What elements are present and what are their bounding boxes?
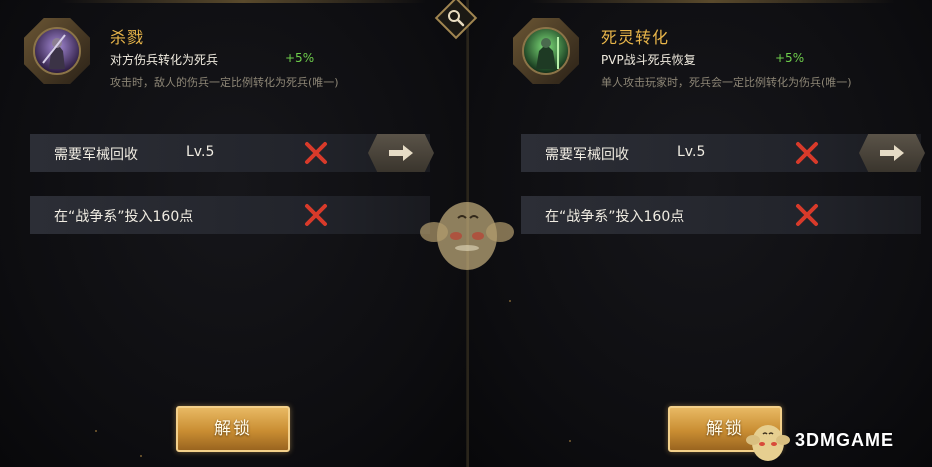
panel-top-decoration [60, 0, 426, 3]
goto-button[interactable] [859, 134, 925, 172]
skill-icon-undead [522, 27, 570, 75]
watermark-mascot-icon [746, 425, 790, 461]
requirement-level: Lv.5 [677, 144, 706, 160]
requirement-label: 在“战争系”投入160点 [545, 209, 685, 225]
ember-particle [569, 440, 571, 442]
red-x-icon [795, 141, 819, 165]
red-x-icon [795, 203, 819, 227]
skill-name: 死灵转化 [601, 28, 670, 47]
goto-button[interactable] [368, 134, 434, 172]
skill-icon-warrior [33, 27, 81, 75]
skill-panel-right: 死灵转化 PVP战斗死兵恢复 +5% 单人攻击玩家时，死兵会一定比例转化为伤兵(… [467, 0, 932, 467]
watermark-text: 3DMGAME [795, 430, 895, 450]
skill-description: 单人攻击玩家时，死兵会一定比例转化为伤兵(唯一) [601, 76, 852, 89]
requirement-label: 在“战争系”投入160点 [54, 209, 194, 225]
ember-particle [140, 455, 142, 457]
search-icon [448, 10, 465, 27]
ember-particle [95, 430, 97, 432]
ember-particle [509, 300, 511, 302]
skill-bonus: +5% [285, 51, 315, 65]
unlock-button[interactable]: 解锁 [176, 406, 290, 452]
arrow-right-icon [880, 145, 904, 161]
panel-top-decoration [529, 0, 895, 3]
skill-bonus: +5% [775, 51, 805, 65]
skill-panel-left: 杀戮 对方伤兵转化为死兵 +5% 攻击时，敌人的伤兵一定比例转化为死兵(唯一) … [0, 0, 468, 467]
skill-description: 攻击时，敌人的伤兵一定比例转化为死兵(唯一) [110, 76, 339, 89]
requirement-row: 在“战争系”投入160点 [30, 196, 430, 234]
skill-effect: PVP战斗死兵恢复 [601, 53, 696, 67]
requirement-level: Lv.5 [186, 144, 215, 160]
requirement-label: 需要军械回收 [545, 147, 629, 163]
skill-name: 杀戮 [110, 28, 145, 47]
arrow-right-icon [389, 145, 413, 161]
skill-effect: 对方伤兵转化为死兵 [110, 53, 219, 67]
red-x-icon [304, 203, 328, 227]
requirement-row: 在“战争系”投入160点 [521, 196, 921, 234]
requirement-row: 需要军械回收 Lv.5 [30, 134, 434, 172]
unlock-label: 解锁 [214, 419, 252, 439]
requirement-row: 需要军械回收 Lv.5 [521, 134, 925, 172]
mascot-watermark-icon [420, 202, 514, 270]
requirement-label: 需要军械回收 [54, 147, 138, 163]
red-x-icon [304, 141, 328, 165]
skill-portrait-left [24, 18, 90, 84]
site-watermark: 3DMGAME [745, 418, 932, 464]
skill-portrait-right [513, 18, 579, 84]
